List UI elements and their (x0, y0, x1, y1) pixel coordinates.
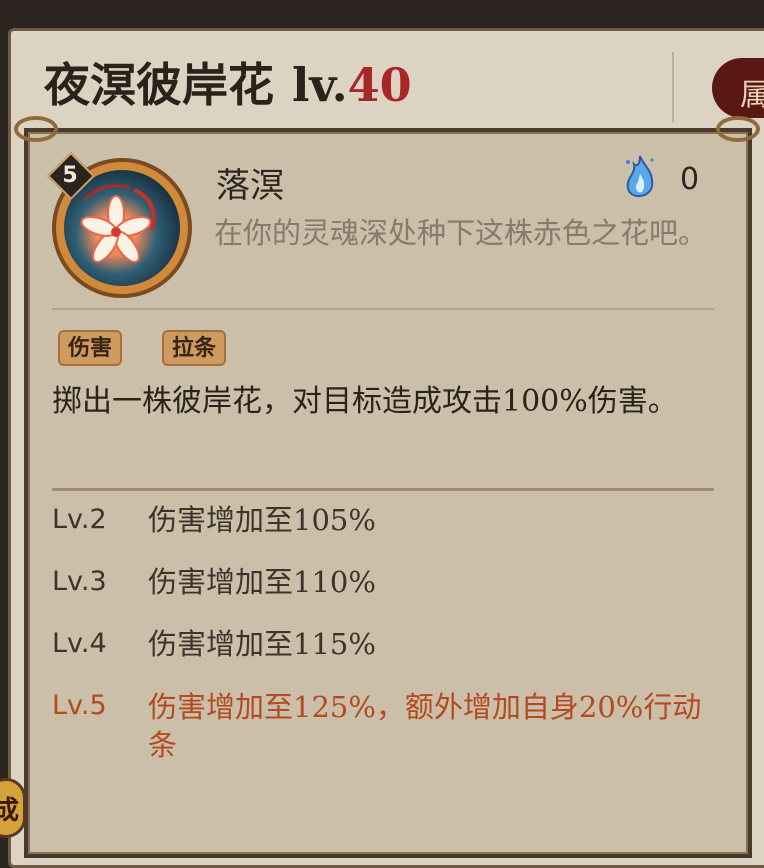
flavor-text: 在你的灵魂深处种下这株赤色之花吧。 (214, 216, 708, 250)
orb-cost: 0 (680, 162, 700, 197)
left-scroll-ornament-icon (14, 116, 58, 142)
page-title: 夜溟彼岸花 lv.40 (44, 55, 412, 115)
upgrade-effect: 伤害增加至110% (148, 565, 376, 599)
header-divider (672, 52, 674, 122)
level-value: 40 (347, 58, 412, 112)
skill-name: 落溟 (216, 166, 284, 206)
skill-level-badge: 5 (46, 151, 96, 201)
right-scroll-ornament-icon (716, 116, 760, 142)
skill-description: 掷出一株彼岸花，对目标造成攻击100%伤害。 (52, 384, 678, 419)
attributes-tab-label: 属 (740, 78, 764, 113)
tag-action-bar: 拉条 (162, 330, 227, 366)
divider (52, 308, 714, 310)
shikigami-name: 夜溟彼岸花 (44, 58, 274, 112)
level-prefix: lv. (292, 58, 348, 112)
skill-level-value: 5 (62, 163, 78, 188)
divider (52, 488, 714, 491)
upgrade-effect: 伤害增加至105% (148, 503, 376, 537)
upgrade-level: Lv.2 (52, 504, 107, 535)
upgrade-effect: 伤害增加至125%，额外增加自身20%行动条 (148, 690, 702, 762)
blue-soul-flame-icon (626, 155, 654, 197)
upgrade-level: Lv.5 (52, 690, 107, 721)
upgrade-level: Lv.4 (52, 628, 107, 659)
corner-badge[interactable]: 成 (0, 778, 26, 838)
upgrade-level: Lv.3 (52, 566, 107, 597)
tag-damage: 伤害 (58, 330, 123, 366)
attributes-tab[interactable]: 属 (712, 58, 764, 118)
upgrade-effect: 伤害增加至115% (148, 627, 376, 661)
